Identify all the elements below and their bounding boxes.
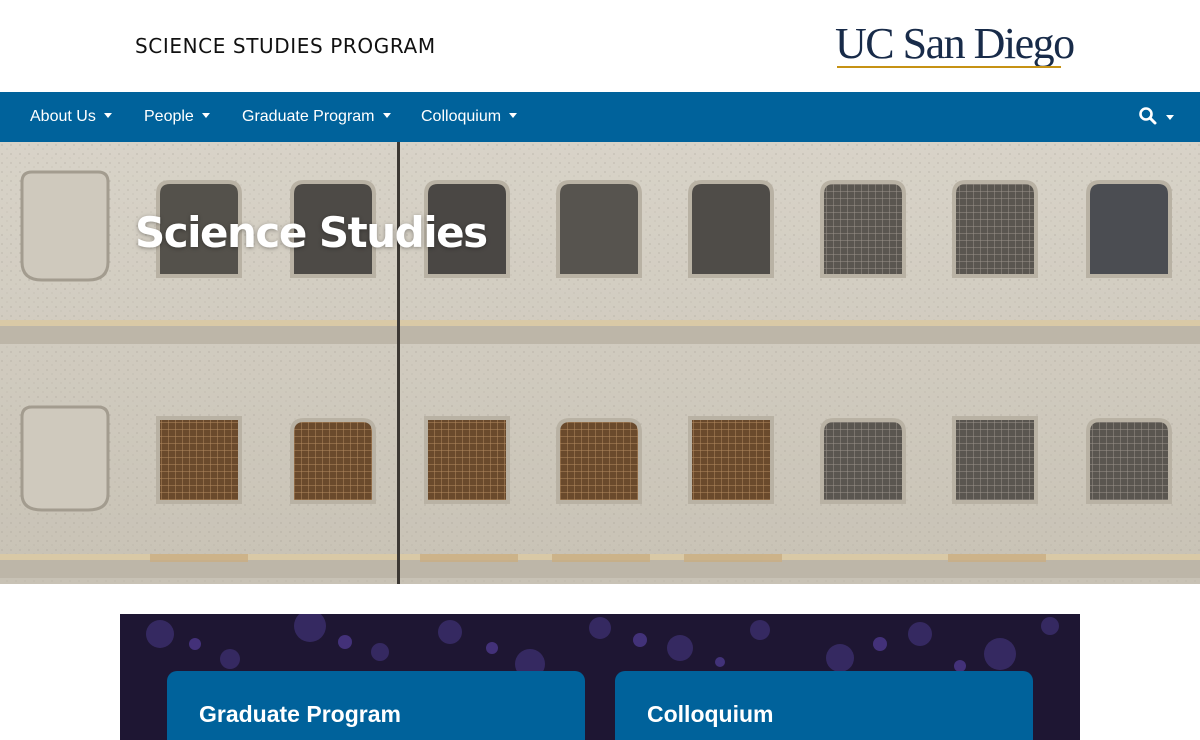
logo-underline xyxy=(837,66,1061,68)
site-header: SCIENCE STUDIES PROGRAM UC San Diego xyxy=(0,0,1200,92)
feature-band: Graduate Program Colloquium xyxy=(120,614,1080,740)
card-colloquium[interactable]: Colloquium xyxy=(615,671,1033,740)
search-toggle[interactable] xyxy=(1136,104,1180,130)
nav-item-colloquium[interactable]: Colloquium xyxy=(421,92,518,142)
hero-banner: Science Studies xyxy=(0,142,1200,584)
nav-item-label: People xyxy=(144,108,194,125)
nav-item-label: Colloquium xyxy=(421,108,502,125)
main-nav: About Us People Graduate Program Colloqu… xyxy=(0,92,1200,142)
card-graduate-program[interactable]: Graduate Program xyxy=(167,671,585,740)
nav-item-graduate-program[interactable]: Graduate Program xyxy=(242,92,391,142)
caret-down-icon xyxy=(103,113,112,119)
card-title: Colloquium xyxy=(647,701,774,727)
uc-san-diego-logo[interactable]: UC San Diego xyxy=(835,19,1075,72)
logo-text: UC San Diego xyxy=(835,19,1075,68)
caret-down-icon xyxy=(201,113,210,119)
search-icon xyxy=(1139,107,1174,125)
nav-item-people[interactable]: People xyxy=(144,92,210,142)
card-title: Graduate Program xyxy=(199,701,401,727)
program-name-link[interactable]: SCIENCE STUDIES PROGRAM xyxy=(135,34,436,58)
hero-title: Science Studies xyxy=(135,208,488,257)
caret-down-icon xyxy=(382,113,391,119)
nav-item-about-us[interactable]: About Us xyxy=(30,92,112,142)
caret-down-icon xyxy=(509,113,518,119)
nav-item-label: About Us xyxy=(30,108,96,125)
nav-item-label: Graduate Program xyxy=(242,108,375,125)
